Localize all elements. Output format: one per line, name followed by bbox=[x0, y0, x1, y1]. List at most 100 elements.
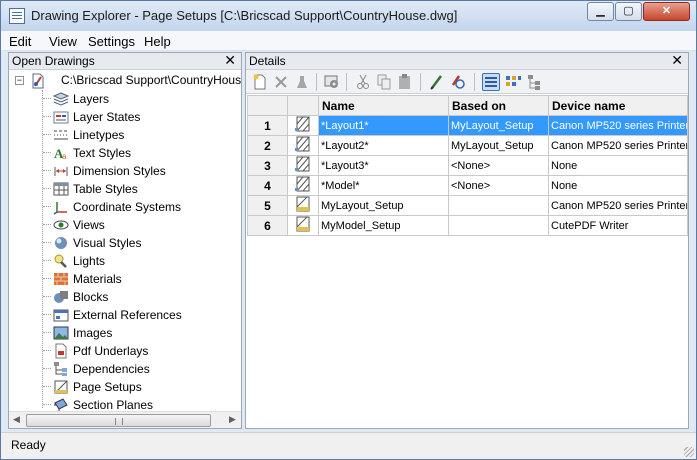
minimize-button[interactable]: ▁ bbox=[587, 2, 614, 21]
tree-item-layers[interactable]: Layers bbox=[43, 90, 239, 108]
settings-icon[interactable] bbox=[323, 73, 341, 91]
page-setup-icon bbox=[287, 195, 319, 216]
tree-item-label: Dependencies bbox=[73, 362, 150, 376]
menu-help[interactable]: Help bbox=[144, 34, 171, 49]
tree-item-text-styles[interactable]: Aa Text Styles bbox=[43, 144, 239, 162]
new-icon[interactable] bbox=[251, 73, 269, 91]
row-number[interactable]: 5 bbox=[247, 195, 288, 216]
tree-item-label: Coordinate Systems bbox=[73, 200, 182, 214]
header-device-name[interactable]: Device name bbox=[548, 95, 688, 116]
table-row[interactable]: 3 *Layout3* <None> None bbox=[247, 155, 688, 176]
table-row[interactable]: 5 MyLayout_Setup Canon MP520 series Printe… bbox=[247, 195, 688, 216]
cell-name[interactable]: MyModel_Setup bbox=[318, 215, 449, 236]
cell-name[interactable]: MyLayout_Setup bbox=[318, 195, 449, 216]
cell-based-on[interactable]: <None> bbox=[448, 175, 549, 196]
page-setups-icon bbox=[54, 380, 68, 394]
cell-device-name[interactable]: CutePDF Writer bbox=[548, 215, 688, 236]
purge-icon[interactable] bbox=[293, 73, 311, 91]
header-name[interactable]: Name bbox=[318, 95, 449, 116]
copy-icon[interactable] bbox=[375, 73, 393, 91]
menu-view[interactable]: View bbox=[49, 34, 77, 49]
cell-based-on[interactable] bbox=[448, 195, 549, 216]
layers-icon bbox=[53, 92, 69, 106]
tree-item-coordinate-systems[interactable]: Coordinate Systems bbox=[43, 198, 239, 216]
table-row[interactable]: 4 *Model* <None> None bbox=[247, 175, 688, 196]
table-row[interactable]: 6 MyModel_Setup CutePDF Writer bbox=[247, 215, 688, 236]
row-number[interactable]: 6 bbox=[247, 215, 288, 236]
tree-item-table-styles[interactable]: Table Styles bbox=[43, 180, 239, 198]
row-number[interactable]: 4 bbox=[247, 175, 288, 196]
print-setup-icon[interactable] bbox=[449, 73, 467, 91]
cell-name[interactable]: *Layout3* bbox=[318, 155, 449, 176]
page-setup-icon bbox=[287, 215, 319, 236]
status-text: Ready bbox=[11, 438, 46, 452]
row-number[interactable]: 3 bbox=[247, 155, 288, 176]
tree-item-lights[interactable]: Lights bbox=[43, 252, 239, 270]
materials-icon bbox=[54, 273, 68, 285]
delete-icon[interactable] bbox=[272, 73, 290, 91]
cell-based-on[interactable]: MyLayout_Setup bbox=[448, 115, 549, 136]
close-icon[interactable]: ✕ bbox=[224, 52, 236, 69]
cell-device-name[interactable]: Canon MP520 series Printer bbox=[548, 195, 688, 216]
edit-pen-icon[interactable] bbox=[428, 73, 446, 91]
tree-item-label: Visual Styles bbox=[73, 236, 142, 250]
cell-device-name[interactable]: Canon MP520 series Printer bbox=[548, 115, 688, 136]
tree-item-section-planes[interactable]: Section Planes bbox=[43, 396, 239, 411]
scroll-right-icon[interactable]: ▶ bbox=[229, 414, 236, 425]
header-rownum bbox=[247, 95, 288, 116]
tree-root-label: C:\Bricscad Support\CountryHouse bbox=[61, 73, 241, 87]
tree-item-label: Linetypes bbox=[73, 128, 125, 142]
tree-view-icon[interactable] bbox=[526, 73, 544, 91]
app-icon bbox=[9, 8, 25, 24]
scroll-left-icon[interactable]: ◀ bbox=[13, 414, 20, 425]
text-styles-icon: Aa bbox=[54, 146, 67, 161]
tree-item-page-setups[interactable]: Page Setups bbox=[43, 378, 239, 396]
tree-item-linetypes[interactable]: Linetypes bbox=[43, 126, 239, 144]
cut-icon[interactable] bbox=[354, 73, 372, 91]
resize-grip-icon[interactable] bbox=[684, 447, 694, 457]
cell-name[interactable]: *Layout1* bbox=[318, 115, 449, 136]
cell-device-name[interactable]: None bbox=[548, 175, 688, 196]
details-view-button[interactable] bbox=[482, 73, 500, 91]
header-based-on[interactable]: Based on bbox=[448, 95, 549, 116]
close-button[interactable]: ✕ bbox=[643, 2, 690, 21]
tree-item-blocks[interactable]: Blocks bbox=[43, 288, 239, 306]
cell-based-on[interactable]: MyLayout_Setup bbox=[448, 135, 549, 156]
svg-text:a: a bbox=[62, 152, 67, 161]
cell-based-on[interactable] bbox=[448, 215, 549, 236]
tree-item-label: Views bbox=[73, 218, 105, 232]
tree-item-visual-styles[interactable]: Visual Styles bbox=[43, 234, 239, 252]
menu-edit[interactable]: Edit bbox=[9, 34, 31, 49]
details-pane: Details ✕ Name Based on Device name 1 *L… bbox=[245, 52, 689, 429]
horizontal-scrollbar[interactable]: ◀ ▶ bbox=[9, 411, 241, 428]
list-view-icon bbox=[485, 77, 497, 87]
table-row[interactable]: 2 *Layout2* MyLayout_Setup Canon MP520 seri… bbox=[247, 135, 688, 156]
tree-item-label: Blocks bbox=[73, 290, 109, 304]
paste-icon[interactable] bbox=[396, 73, 414, 91]
tree-item-views[interactable]: Views bbox=[43, 216, 239, 234]
cell-name[interactable]: *Layout2* bbox=[318, 135, 449, 156]
tree-item-materials[interactable]: Materials bbox=[43, 270, 239, 288]
cell-name[interactable]: *Model* bbox=[318, 175, 449, 196]
cell-device-name[interactable]: None bbox=[548, 155, 688, 176]
tree-item-external-references[interactable]: External References bbox=[43, 306, 239, 324]
icon-view-icon[interactable] bbox=[504, 73, 522, 91]
close-icon[interactable]: ✕ bbox=[671, 52, 683, 69]
table-row[interactable]: 1 *Layout1* MyLayout_Setup Canon MP520 seri… bbox=[247, 115, 688, 136]
tree-item-dependencies[interactable]: Dependencies bbox=[43, 360, 239, 378]
cell-based-on[interactable]: <None> bbox=[448, 155, 549, 176]
tree-item-pdf-underlays[interactable]: Pdf Underlays bbox=[43, 342, 239, 360]
header-icon bbox=[287, 95, 319, 116]
scrollbar-thumb[interactable] bbox=[26, 414, 211, 427]
row-number[interactable]: 1 bbox=[247, 115, 288, 136]
tree-item-layer-states[interactable]: Layer States bbox=[43, 108, 239, 126]
menu-settings[interactable]: Settings bbox=[88, 34, 135, 49]
tree-item-dimension-styles[interactable]: Dimension Styles bbox=[43, 162, 239, 180]
tree-item-label: Layer States bbox=[73, 110, 141, 124]
maximize-button[interactable]: ▢ bbox=[615, 2, 642, 21]
row-number[interactable]: 2 bbox=[247, 135, 288, 156]
tree-item-images[interactable]: Images bbox=[43, 324, 239, 342]
cell-device-name[interactable]: Canon MP520 series Printer bbox=[548, 135, 688, 156]
collapse-icon[interactable]: − bbox=[15, 76, 24, 85]
tree-item-label: Dimension Styles bbox=[73, 164, 166, 178]
